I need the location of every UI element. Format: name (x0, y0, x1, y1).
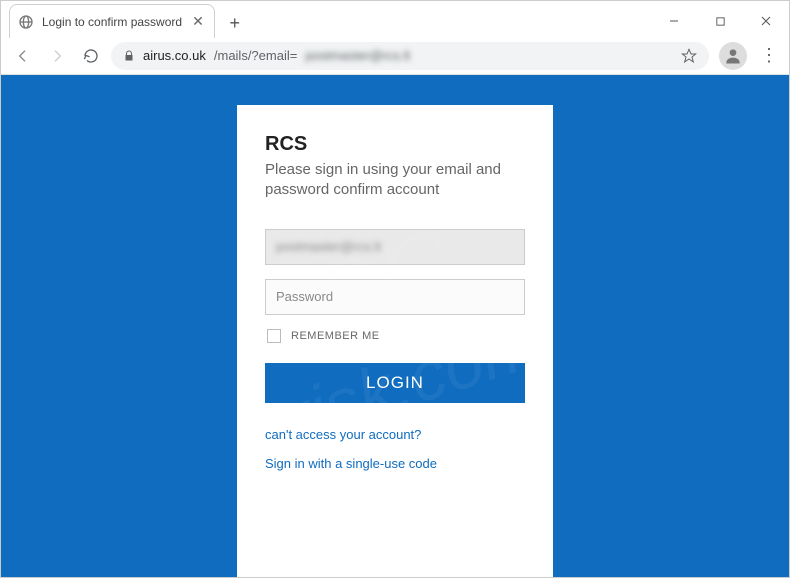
email-field[interactable]: postmaster@rcs.lt (265, 229, 525, 265)
minimize-button[interactable] (651, 5, 697, 37)
browser-menu-button[interactable]: ⋮ (757, 42, 781, 70)
single-use-code-link[interactable]: Sign in with a single-use code (265, 456, 525, 471)
tab-close-icon[interactable]: ✕ (182, 13, 204, 30)
profile-avatar[interactable] (719, 42, 747, 70)
login-button-label: LOGIN (366, 373, 424, 393)
url-input[interactable]: airus.co.uk/mails/?email= postmaster@rcs.… (111, 42, 709, 70)
url-path: /mails/?email= (214, 48, 297, 63)
back-button[interactable] (9, 42, 37, 70)
maximize-button[interactable] (697, 5, 743, 37)
remember-checkbox[interactable] (267, 329, 281, 343)
bookmark-star-icon[interactable] (681, 48, 697, 64)
page-viewport: PCrisk.com RCS Please sign in using your… (1, 75, 789, 577)
globe-icon (18, 14, 34, 30)
person-icon (723, 46, 743, 66)
login-button[interactable]: LOGIN (265, 363, 525, 403)
title-bar: Login to confirm password ✕ + (1, 1, 789, 37)
subtitle-text: Please sign in using your email and pass… (265, 160, 525, 201)
password-placeholder: Password (276, 289, 333, 304)
lock-icon (123, 50, 135, 62)
login-card: RCS Please sign in using your email and … (237, 105, 553, 577)
url-query: postmaster@rcs.lt (305, 48, 410, 63)
password-field[interactable]: Password (265, 279, 525, 315)
remember-me-row[interactable]: REMEMBER ME (267, 329, 525, 343)
url-host: airus.co.uk (143, 48, 206, 63)
new-tab-button[interactable]: + (221, 9, 249, 37)
email-value: postmaster@rcs.lt (276, 239, 381, 254)
brand-heading: RCS (265, 133, 525, 156)
address-bar: airus.co.uk/mails/?email= postmaster@rcs.… (1, 37, 789, 75)
browser-window: Login to confirm password ✕ + airus.co.u… (0, 0, 790, 578)
remember-label: REMEMBER ME (291, 330, 380, 342)
reload-button[interactable] (77, 42, 105, 70)
close-window-button[interactable] (743, 5, 789, 37)
tab-title: Login to confirm password (42, 15, 182, 29)
browser-tab[interactable]: Login to confirm password ✕ (9, 4, 215, 38)
recover-account-link[interactable]: can't access your account? (265, 427, 525, 442)
forward-button[interactable] (43, 42, 71, 70)
window-controls (651, 5, 789, 37)
